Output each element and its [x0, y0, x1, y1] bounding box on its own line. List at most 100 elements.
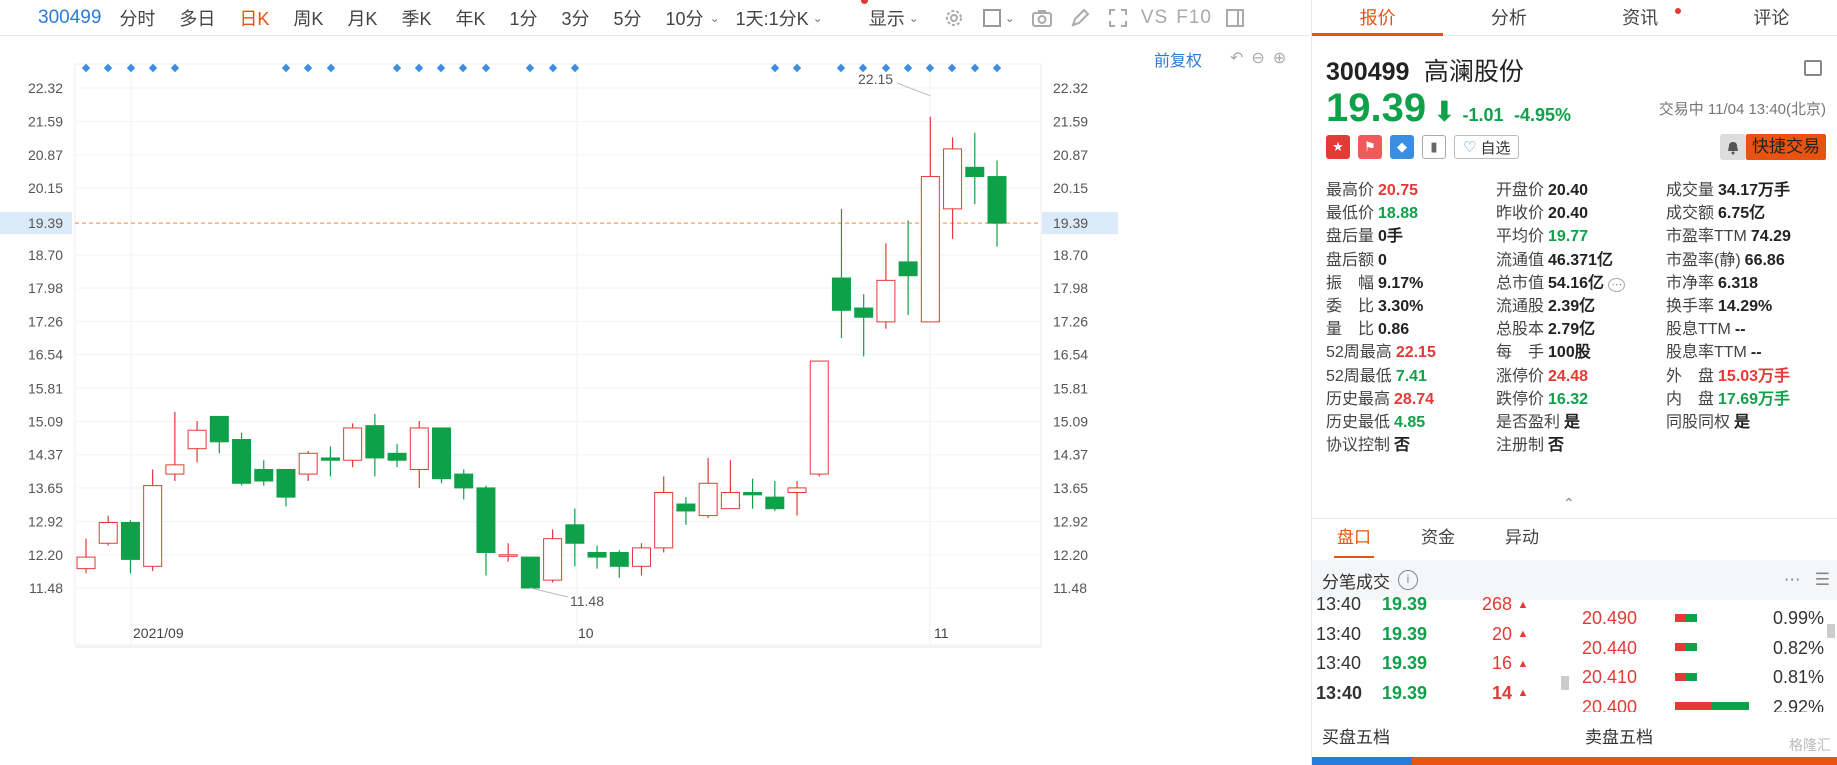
level-bar: [1675, 672, 1754, 683]
zoom-in-icon[interactable]: ⊕: [1273, 48, 1286, 68]
kline-chart-area[interactable]: 22.32 22.32 21.59 21.59 20.87 20.87 20.15 20.15…: [0, 37, 1310, 765]
more-icon[interactable]: ⋯: [1784, 570, 1801, 590]
price-levels-list[interactable]: 20.490 0.99% 20.440 0.82% 20.410 0.81% 20.400 2…: [1574, 604, 1824, 712]
more-icon[interactable]: ⋯: [1608, 277, 1626, 292]
stat-label: 盘后量: [1326, 228, 1375, 246]
period-5min[interactable]: 5分: [614, 5, 642, 31]
stat-cell: 开盘价 20.40: [1496, 176, 1666, 199]
range-select[interactable]: 1天:1分K: [736, 5, 809, 31]
runner-icon[interactable]: ⚑: [1358, 135, 1382, 159]
y-tick-label-right: 17.98: [1053, 280, 1088, 296]
expand-chevron-icon[interactable]: ⌃: [1563, 495, 1575, 512]
kline-chart[interactable]: 22.32 22.32 21.59 21.59 20.87 20.87 20.15 20.15…: [0, 37, 1310, 765]
event-marker: [126, 63, 136, 73]
chevron-down-icon[interactable]: ⌄: [710, 11, 720, 25]
y-tick-label-left: 15.09: [28, 413, 63, 429]
stat-value: 46.371亿: [1548, 251, 1613, 269]
buy-book-tab[interactable]: 买盘五档: [1312, 720, 1575, 755]
period-month-k[interactable]: 月K: [347, 5, 377, 31]
event-marker: [836, 63, 846, 73]
x-axis-label: 2021/09: [133, 625, 184, 641]
stat-value: 2.79亿: [1548, 321, 1596, 339]
candle-body: [876, 279, 896, 323]
low-annotation: 11.48: [570, 593, 604, 609]
tab-news[interactable]: 资讯: [1575, 0, 1706, 35]
candle-body: [898, 261, 918, 277]
candle-body: [987, 176, 1007, 224]
bookmark-icon[interactable]: ▮: [1422, 135, 1446, 159]
level-bar-red: [1675, 702, 1713, 711]
stat-cell: 协议控制否: [1326, 431, 1496, 454]
event-marker: [903, 63, 913, 73]
tag-icon[interactable]: ◆: [1390, 135, 1414, 159]
checkbox-icon[interactable]: [980, 6, 1004, 30]
stat-value: 6.75亿: [1718, 205, 1766, 223]
stat-value: 20.40: [1548, 182, 1589, 199]
fullscreen-icon[interactable]: [1106, 6, 1130, 30]
subtab-funds[interactable]: 资金: [1396, 519, 1480, 556]
y-tick-label-right: 13.65: [1053, 480, 1088, 496]
stat-label: 昨收价: [1496, 205, 1545, 223]
detail-menu-icon[interactable]: [1804, 60, 1822, 76]
panel-tabs: 报价 分析 资讯 评论: [1312, 0, 1837, 36]
stat-cell: 量 比 0.86: [1326, 315, 1496, 338]
period-duori[interactable]: 多日: [179, 5, 215, 31]
event-marker: [170, 63, 180, 73]
sidebar-toggle-icon[interactable]: [1223, 6, 1247, 30]
period-day-k[interactable]: 日K: [239, 5, 269, 31]
subtab-pankou[interactable]: 盘口: [1312, 519, 1396, 558]
stat-cell: 52周最高 22.15: [1326, 338, 1496, 361]
tick-time: 13:40: [1316, 623, 1362, 644]
period-fenshi[interactable]: 分时: [119, 5, 155, 31]
period-quarter-k[interactable]: 季K: [401, 5, 431, 31]
subtab-anomaly[interactable]: 异动: [1480, 519, 1564, 556]
stat-cell: 最高价 20.75: [1326, 176, 1496, 199]
period-3min[interactable]: 3分: [562, 5, 590, 31]
period-week-k[interactable]: 周K: [293, 5, 323, 31]
period-10min[interactable]: 10分: [666, 5, 704, 31]
stat-value: 是: [1734, 413, 1751, 431]
quick-trade-button[interactable]: 快捷交易: [1746, 134, 1826, 160]
period-year-k[interactable]: 年K: [455, 5, 485, 31]
ticks-list[interactable]: 13:40 19.39 268 ▲ 13:40 19.39 20 ▲ 13:40 19.39 16 ▲…: [1312, 590, 1552, 702]
chevron-down-icon[interactable]: ⌄: [813, 11, 823, 25]
stat-value: --: [1734, 321, 1746, 339]
f10-button[interactable]: F10: [1176, 7, 1212, 29]
tab-analysis[interactable]: 分析: [1443, 0, 1574, 35]
stat-value: 24.48: [1548, 367, 1589, 385]
gear-icon[interactable]: [942, 6, 966, 30]
stat-label: 市盈率TTM: [1666, 228, 1747, 246]
bell-icon[interactable]: [1720, 134, 1746, 160]
tick-price: 19.39: [1382, 594, 1428, 615]
vs-button[interactable]: VS: [1141, 7, 1168, 29]
info-icon[interactable]: i: [1398, 570, 1418, 590]
undo-icon[interactable]: ↶: [1230, 48, 1243, 68]
buy-ratio-fill: [1312, 757, 1412, 765]
tab-news-label: 资讯: [1622, 8, 1659, 28]
zoom-out-icon[interactable]: ⊖: [1251, 48, 1264, 68]
list-icon[interactable]: ☰: [1815, 570, 1830, 590]
stats-row: 盘后量 0手 平均价 19.77 市盈率TTM 74.29: [1326, 222, 1836, 245]
fuquan-toggle[interactable]: 前复权: [1154, 47, 1202, 71]
display-menu[interactable]: 显示: [869, 5, 905, 31]
stat-label: 同股同权: [1666, 413, 1731, 431]
chevron-down-icon[interactable]: ⌄: [909, 11, 919, 25]
period-1min[interactable]: 1分: [509, 5, 537, 31]
tab-comments[interactable]: 评论: [1706, 0, 1837, 35]
levels-scrollbar[interactable]: [1827, 624, 1835, 638]
stat-cell: 内 盘 17.69万手: [1666, 385, 1836, 408]
last-price: 19.39: [1326, 86, 1427, 130]
toolbar-stock-code[interactable]: 300499: [38, 7, 101, 29]
add-watchlist-button[interactable]: ♡ 自选: [1454, 135, 1520, 159]
stats-grid: 最高价 20.75 开盘价 20.40 成交量 34.17万手 最低价 18.88 昨收价 20.…: [1326, 176, 1836, 454]
tab-quote[interactable]: 报价: [1312, 0, 1444, 36]
ticks-scrollbar[interactable]: [1561, 676, 1569, 690]
pencil-icon[interactable]: [1068, 6, 1092, 30]
stat-label: 历史最高: [1326, 390, 1391, 408]
candle-body: [409, 427, 429, 470]
stat-label: 内 盘: [1666, 390, 1715, 408]
candle-body: [543, 538, 563, 581]
chevron-down-icon[interactable]: ⌄: [1005, 11, 1015, 25]
candle-body: [120, 522, 140, 560]
camera-icon[interactable]: [1030, 6, 1054, 30]
